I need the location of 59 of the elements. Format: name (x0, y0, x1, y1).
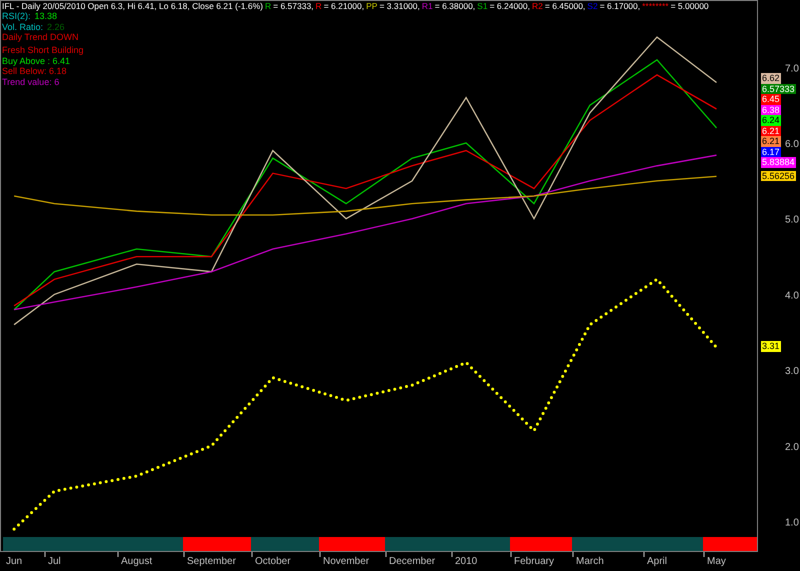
y-axis-label: 5.0 (785, 214, 799, 226)
price-tag: 5.56256 (761, 170, 796, 182)
level-label: R (264, 1, 272, 11)
level-value: = 6.17000, (600, 1, 640, 11)
indicator-label: Daily Trend DOWN (2, 32, 79, 42)
x-axis-label: 2010 (455, 556, 478, 567)
x-axis-label: Jul (48, 556, 61, 567)
level-value: = 6.45000, (544, 1, 586, 11)
price-tag: 6.24 (761, 115, 781, 126)
chart-title: IFL - Daily 20/05/2010 Open 6.3, Hi 6.41, Lo 6.18, Close 6.21 (-1.6%) (2, 1, 263, 11)
level-label: S2 (587, 1, 598, 11)
x-axis-label: February (514, 556, 554, 567)
y-axis-label: 7.0 (785, 63, 799, 74)
x-tick (572, 552, 574, 558)
indicator-value: 13.38 (34, 11, 58, 22)
x-tick (44, 552, 46, 558)
x-axis-label: October (255, 556, 291, 567)
level-value: = 6.21000, (324, 1, 364, 11)
level-label: S1 (477, 1, 488, 11)
signal-text: Trend value: 6 (2, 76, 60, 87)
level-value: = 6.24000, (490, 1, 530, 11)
indicator-value: 2.26 (47, 22, 65, 32)
x-axis-label: December (389, 556, 436, 567)
level-label: R1 (422, 1, 433, 11)
price-tag: 3.31 (761, 341, 781, 352)
level-value: = 3.31000, (379, 1, 420, 11)
signal-text: Sell Below: 6.18 (2, 66, 68, 76)
x-axis-label: Jun (6, 556, 22, 567)
signal-text: Fresh Short Building (2, 45, 84, 56)
price-tag: 6.57333 (761, 84, 796, 94)
x-tick (510, 552, 512, 558)
x-axis-label: April (647, 556, 668, 567)
level-label: R2 (532, 1, 543, 11)
level-value: = 6.57333, (273, 1, 314, 11)
level-value: = 5.00000 (670, 1, 709, 11)
y-axis-label: 1.0 (785, 517, 799, 528)
price-tag: 6.21 (761, 136, 781, 147)
x-axis-label: November (323, 556, 370, 567)
y-axis-label: 6.0 (785, 139, 799, 150)
y-axis-label: 2.0 (785, 442, 799, 453)
level-value: = 6.38000, (434, 1, 476, 11)
level-label: R (316, 1, 322, 11)
price-tag: 6.38 (761, 104, 781, 116)
price-tag: 5.83884 (761, 157, 796, 168)
x-axis-label: September (187, 556, 236, 567)
price-tag: 6.62 (761, 73, 781, 84)
level-label: ******** (642, 1, 669, 11)
signal-text: Buy Above : 6.41 (2, 56, 72, 66)
x-axis-label: March (576, 556, 604, 567)
indicator-label: Vol. Ratio: (2, 22, 44, 32)
y-axis-label: 4.0 (785, 290, 799, 302)
level-label: PP (366, 1, 378, 11)
indicator-label: RSI(2): (2, 11, 31, 22)
price-tag: 6.45 (761, 94, 781, 105)
price-tag: 6.21 (761, 126, 781, 136)
x-axis-label: May (707, 556, 726, 567)
x-axis-label: August (121, 556, 152, 567)
price-tag: 6.17 (761, 146, 781, 158)
y-axis-label: 3.0 (785, 366, 799, 378)
